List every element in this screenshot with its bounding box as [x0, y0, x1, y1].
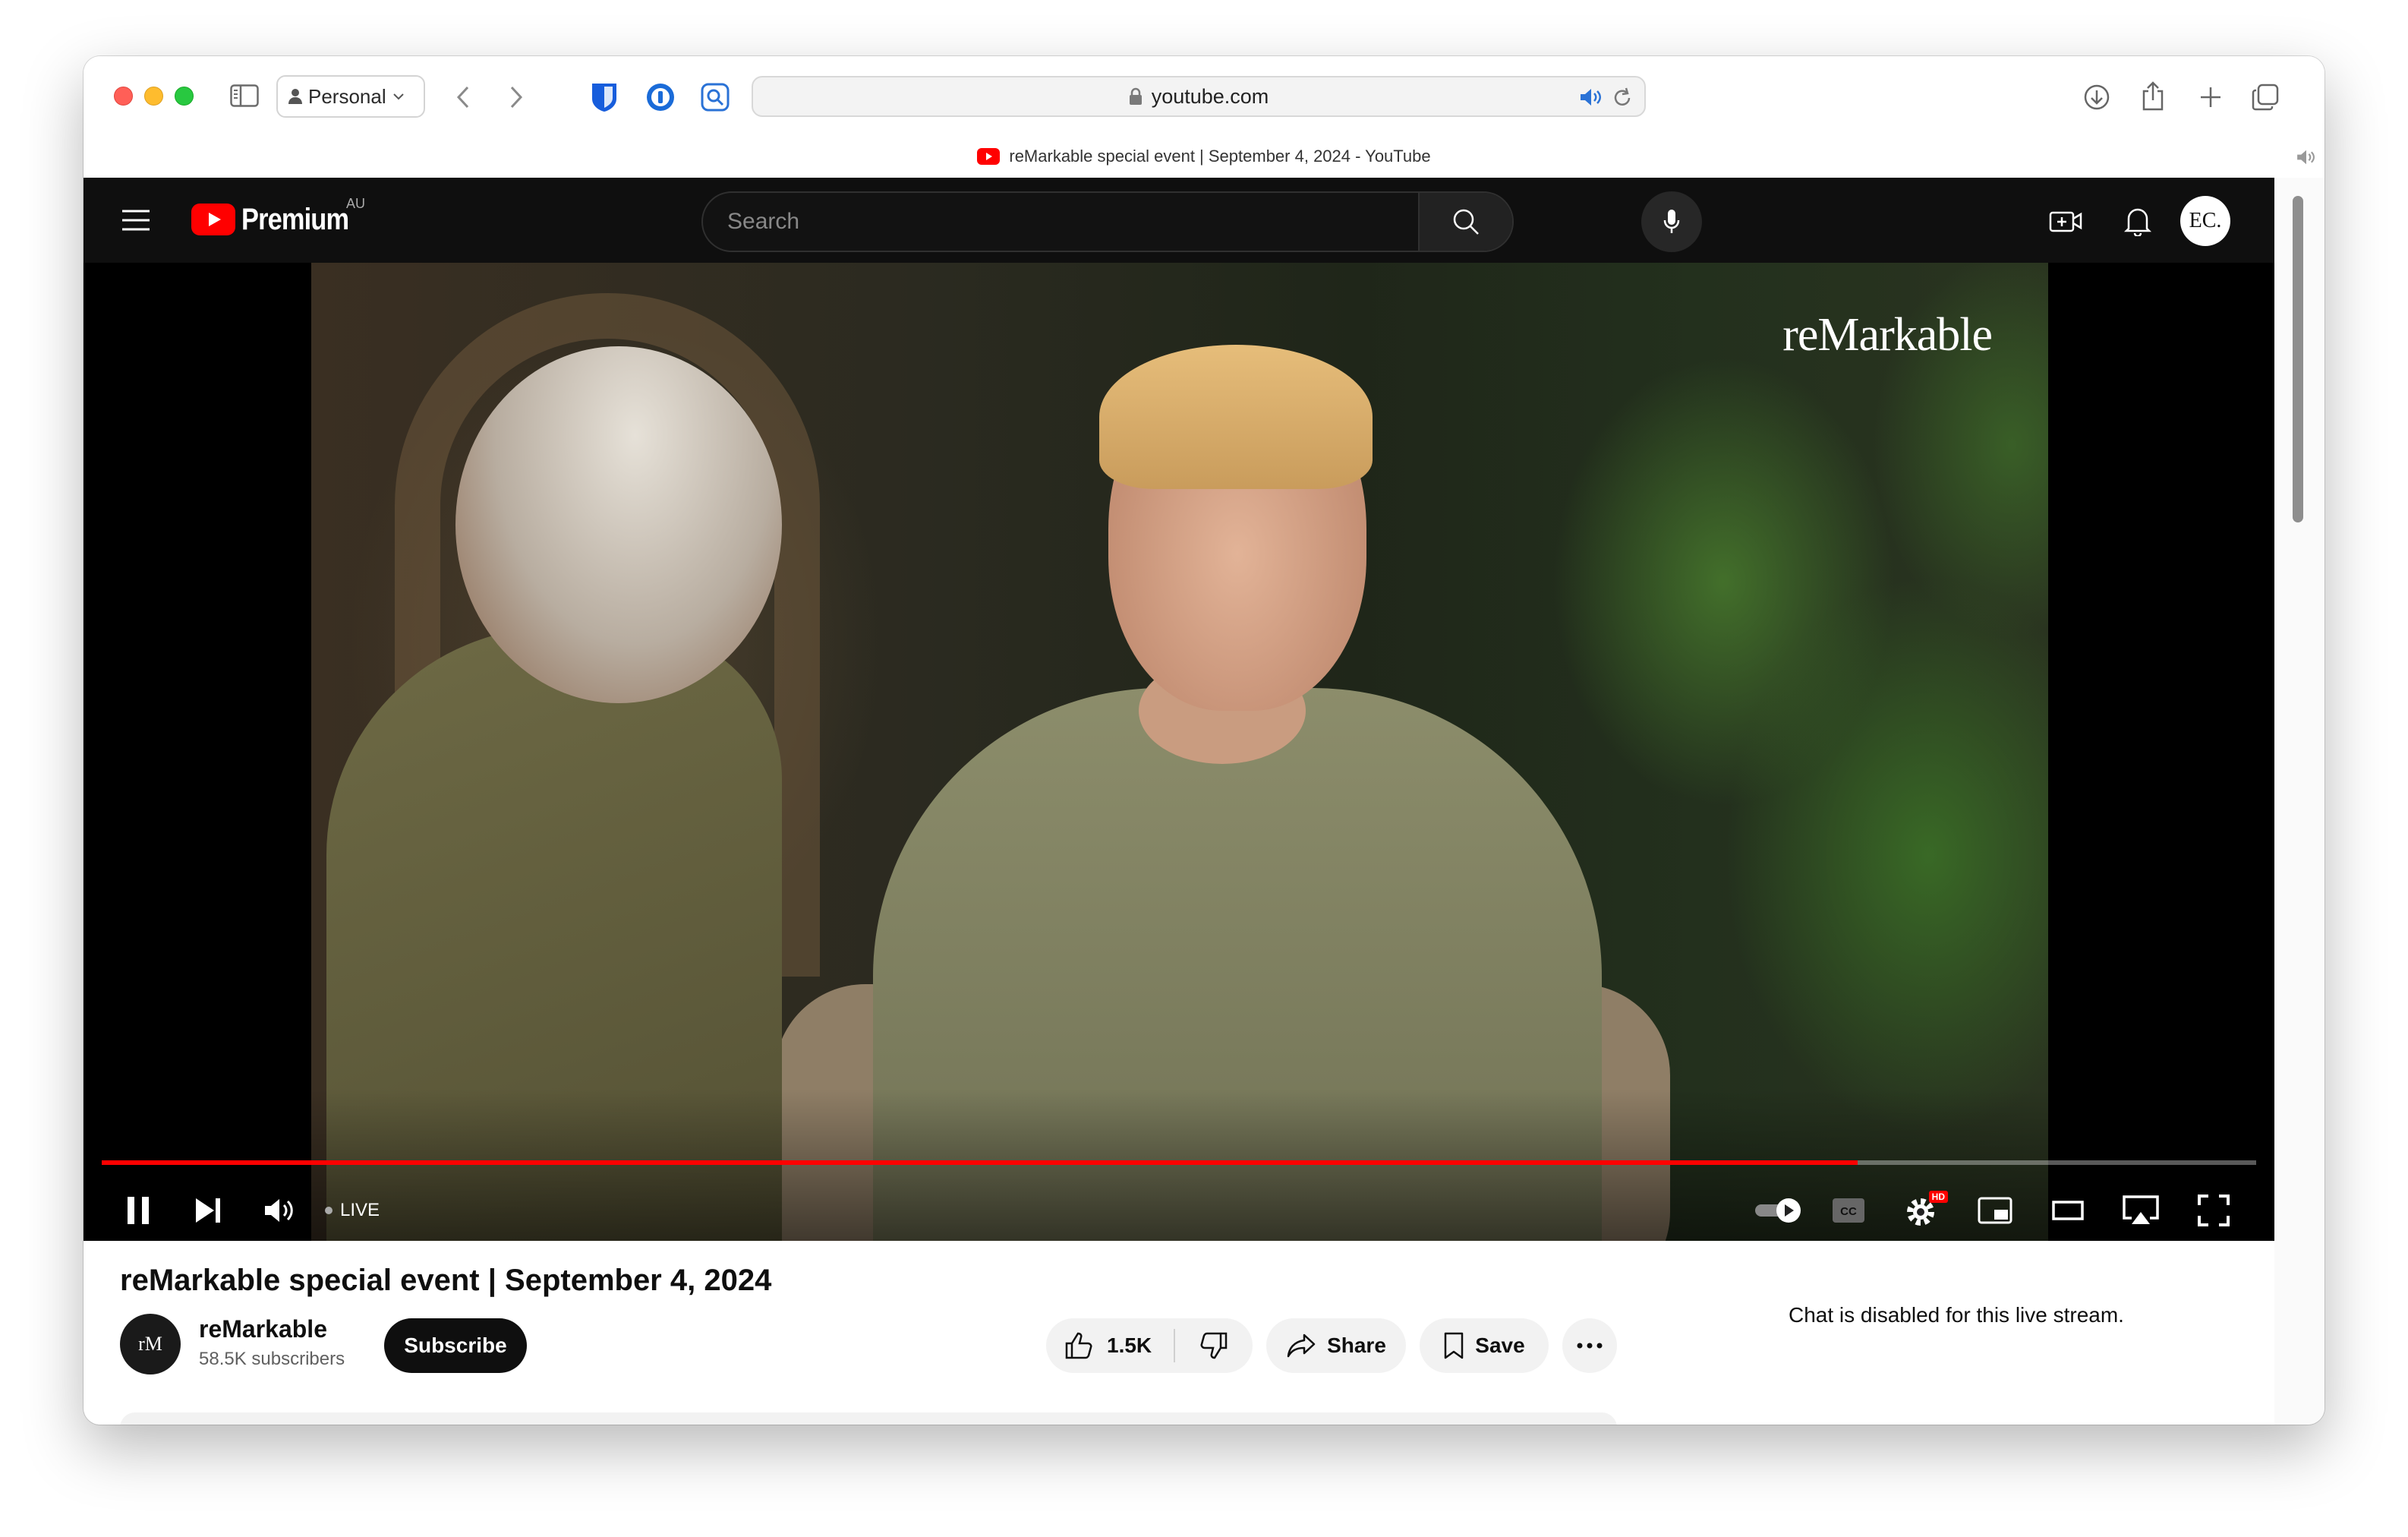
- sidebar-toggle-icon[interactable]: [229, 82, 260, 109]
- new-tab-icon[interactable]: [2194, 80, 2227, 114]
- microphone-icon: [1663, 210, 1680, 233]
- progress-bar[interactable]: [102, 1160, 2256, 1165]
- miniplayer-icon: [1978, 1197, 2012, 1224]
- fullscreen-icon: [2198, 1195, 2230, 1226]
- channel-avatar[interactable]: rM: [120, 1314, 181, 1374]
- video-watermark: reMarkable: [1782, 309, 1993, 361]
- notifications-icon[interactable]: [2121, 204, 2154, 238]
- channel-name[interactable]: reMarkable: [199, 1315, 327, 1343]
- browser-toolbar: Personal youtube.com: [84, 56, 2324, 137]
- create-icon[interactable]: [2048, 205, 2083, 237]
- airplay-icon: [2123, 1195, 2159, 1224]
- profile-switcher[interactable]: Personal: [276, 75, 425, 118]
- youtube-favicon-icon: [977, 148, 1001, 165]
- search-input[interactable]: Search: [727, 193, 799, 251]
- zoom-window-button[interactable]: [175, 87, 194, 106]
- tab-audio-icon[interactable]: [2294, 147, 2318, 167]
- skip-next-icon: [196, 1198, 220, 1223]
- theater-icon: [2052, 1201, 2084, 1220]
- logo-text: Premium: [241, 202, 349, 236]
- volume-button[interactable]: [258, 1188, 301, 1233]
- chat-disabled-message: Chat is disabled for this live stream.: [1789, 1303, 2124, 1327]
- region-label: AU: [346, 196, 366, 211]
- progress-fill: [102, 1160, 1858, 1165]
- like-button[interactable]: 1.5K: [1046, 1318, 1174, 1373]
- like-dislike-group: 1.5K: [1046, 1318, 1253, 1373]
- forward-button[interactable]: [501, 82, 531, 112]
- search-icon: [1453, 209, 1479, 235]
- search-box[interactable]: Search: [701, 191, 1514, 252]
- page-scrollbar[interactable]: [2274, 178, 2324, 1425]
- scrollbar-thumb[interactable]: [2293, 196, 2303, 522]
- youtube-header: Premium AU Search EC.: [84, 178, 2274, 263]
- captions-button[interactable]: CC: [1828, 1188, 1869, 1233]
- video-title: reMarkable special event | September 4, …: [120, 1264, 772, 1297]
- more-horizontal-icon: [1577, 1343, 1603, 1349]
- hd-badge: HD: [1928, 1191, 1948, 1203]
- address-bar[interactable]: youtube.com: [752, 76, 1646, 117]
- svg-text:CC: CC: [1840, 1205, 1857, 1218]
- subscribe-button[interactable]: Subscribe: [384, 1318, 527, 1373]
- airplay-button[interactable]: [2118, 1188, 2164, 1233]
- bookmark-icon: [1445, 1332, 1464, 1359]
- save-label: Save: [1475, 1333, 1525, 1357]
- description-box[interactable]: [120, 1412, 1617, 1425]
- audio-playing-icon[interactable]: [1577, 85, 1605, 109]
- youtube-logo-icon: [191, 204, 235, 235]
- minimize-window-button[interactable]: [144, 87, 163, 106]
- volume-icon: [265, 1199, 293, 1222]
- interviewer-head: [455, 346, 782, 703]
- fullscreen-button[interactable]: [2192, 1188, 2235, 1233]
- tab-title: reMarkable special event | September 4, …: [1009, 147, 1431, 166]
- video-details: reMarkable special event | September 4, …: [84, 1241, 2274, 1425]
- chevron-down-icon: [392, 93, 404, 100]
- close-window-button[interactable]: [114, 87, 133, 106]
- tab-overview-icon[interactable]: [2249, 80, 2282, 114]
- bitwarden-extension-icon[interactable]: [588, 80, 621, 114]
- back-button[interactable]: [448, 82, 478, 112]
- thumbs-down-icon: [1200, 1332, 1228, 1359]
- search-button[interactable]: [1418, 193, 1512, 251]
- share-arrow-icon: [1287, 1333, 1316, 1358]
- live-label: LIVE: [340, 1200, 380, 1220]
- reload-icon[interactable]: [1609, 85, 1635, 109]
- downloads-icon[interactable]: [2080, 80, 2113, 114]
- password-manager-extension-icon[interactable]: [644, 80, 677, 114]
- live-indicator[interactable]: LIVE: [325, 1188, 380, 1233]
- theater-mode-button[interactable]: [2047, 1188, 2089, 1233]
- dislike-button[interactable]: [1175, 1331, 1253, 1360]
- share-label: Share: [1327, 1333, 1386, 1357]
- voice-search-button[interactable]: [1641, 191, 1702, 252]
- autoplay-icon: [1755, 1198, 1801, 1223]
- speaker-hair: [1099, 345, 1373, 489]
- search-extension-icon[interactable]: [698, 80, 732, 114]
- thumbs-up-icon: [1065, 1332, 1092, 1359]
- browser-window: Personal youtube.com reMarkable special …: [84, 56, 2324, 1425]
- pause-icon: [128, 1197, 149, 1224]
- profile-label: Personal: [308, 84, 386, 108]
- person-icon: [288, 89, 302, 104]
- live-dot: [325, 1207, 333, 1214]
- pause-button[interactable]: [118, 1188, 158, 1233]
- miniplayer-button[interactable]: [1974, 1188, 2016, 1233]
- more-actions-button[interactable]: [1562, 1318, 1617, 1373]
- url-text: youtube.com: [1151, 84, 1269, 108]
- tab-active[interactable]: reMarkable special event | September 4, …: [977, 147, 1431, 166]
- tab-bar: reMarkable special event | September 4, …: [84, 137, 2324, 176]
- share-icon[interactable]: [2136, 77, 2170, 114]
- menu-icon[interactable]: [120, 205, 152, 235]
- like-count: 1.5K: [1107, 1333, 1152, 1357]
- lock-icon: [1129, 87, 1142, 105]
- next-button[interactable]: [188, 1188, 228, 1233]
- share-button[interactable]: Share: [1266, 1318, 1406, 1373]
- controls-gradient: [84, 1089, 2274, 1241]
- youtube-premium-logo[interactable]: Premium: [191, 200, 366, 238]
- save-button[interactable]: Save: [1420, 1318, 1549, 1373]
- settings-button[interactable]: HD: [1901, 1188, 1948, 1233]
- video-player[interactable]: reMarkable LIVE CC HD: [84, 263, 2274, 1241]
- account-avatar[interactable]: EC.: [2180, 196, 2230, 246]
- autoplay-toggle[interactable]: [1754, 1188, 1807, 1233]
- subscriber-count: 58.5K subscribers: [199, 1349, 345, 1369]
- captions-icon: CC: [1833, 1198, 1864, 1223]
